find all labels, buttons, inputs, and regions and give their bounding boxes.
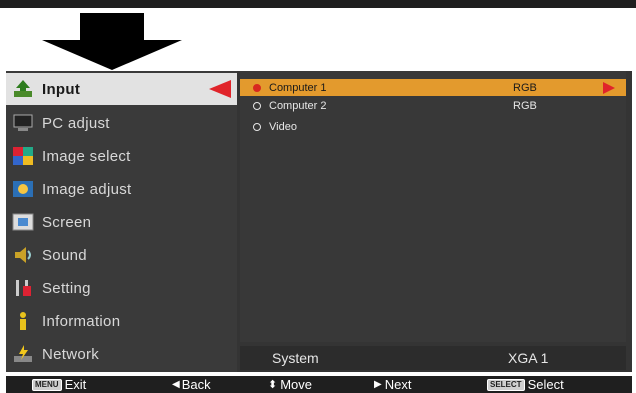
sidebar-item-network[interactable]: Network bbox=[6, 338, 237, 370]
sidebar-item-label: Information bbox=[42, 312, 121, 330]
information-icon bbox=[12, 311, 34, 331]
next-hint[interactable]: ▶ Next bbox=[374, 376, 411, 393]
system-label: System bbox=[272, 350, 319, 366]
status-bar: System XGA 1 bbox=[240, 346, 626, 370]
sidebar-item-setting[interactable]: Setting bbox=[6, 272, 237, 304]
sidebar-item-pc-adjust[interactable]: PC adjust bbox=[6, 107, 237, 139]
input-icon bbox=[12, 79, 34, 99]
list-item[interactable]: Computer 2 RGB bbox=[240, 97, 626, 114]
select-label: Select bbox=[527, 377, 564, 392]
setting-icon bbox=[12, 278, 34, 298]
input-name: Computer 2 bbox=[269, 99, 327, 112]
up-down-icon: ⬍ bbox=[268, 379, 278, 391]
right-arrow-icon: ▶ bbox=[374, 379, 382, 390]
input-signal: RGB bbox=[513, 99, 537, 112]
menu-key-icon: MENU bbox=[32, 378, 62, 391]
pointer-icon bbox=[209, 80, 231, 98]
move-hint[interactable]: ⬍ Move bbox=[268, 376, 312, 393]
list-item[interactable]: Video bbox=[240, 118, 626, 135]
input-panel: Computer 1 RGB Computer 2 RGB Video Syst… bbox=[237, 71, 632, 372]
select-key-icon: SELECT bbox=[487, 378, 525, 391]
next-label: Next bbox=[384, 377, 412, 392]
sound-icon bbox=[12, 245, 34, 265]
sidebar-item-input[interactable]: Input bbox=[6, 73, 237, 105]
sidebar-item-information[interactable]: Information bbox=[6, 305, 237, 337]
radio-selected-icon bbox=[253, 83, 261, 92]
system-value: XGA 1 bbox=[508, 350, 549, 366]
sidebar-item-label: PC adjust bbox=[42, 114, 110, 132]
bottom-help-bar: MENU Exit ◀ Back ⬍ Move ▶ Next SELECT Se… bbox=[6, 376, 632, 393]
image-select-icon bbox=[12, 146, 34, 166]
down-arrow-icon bbox=[42, 13, 182, 70]
network-icon bbox=[12, 344, 34, 364]
sidebar-item-image-select[interactable]: Image select bbox=[6, 140, 237, 172]
input-name: Video bbox=[269, 120, 297, 133]
arrow-right-icon[interactable] bbox=[603, 81, 615, 94]
sidebar-item-image-adjust[interactable]: Image adjust bbox=[6, 173, 237, 205]
sidebar: Input PC adjust Image select Image adjus… bbox=[6, 71, 237, 372]
sidebar-item-screen[interactable]: Screen bbox=[6, 206, 237, 238]
sidebar-item-label: Screen bbox=[42, 213, 92, 231]
exit-hint[interactable]: MENU Exit bbox=[32, 376, 86, 393]
sidebar-item-label: Image select bbox=[42, 147, 131, 165]
input-name: Computer 1 bbox=[269, 81, 327, 94]
screen-icon bbox=[12, 212, 34, 232]
radio-icon bbox=[253, 122, 261, 131]
radio-icon bbox=[253, 101, 261, 110]
input-list: Computer 1 RGB Computer 2 RGB Video bbox=[240, 71, 626, 342]
pc-adjust-icon bbox=[12, 113, 34, 133]
sidebar-item-label: Input bbox=[42, 80, 81, 98]
sidebar-item-label: Setting bbox=[42, 279, 91, 297]
input-signal: RGB bbox=[513, 81, 537, 94]
image-adjust-icon bbox=[12, 179, 34, 199]
top-help-bar bbox=[0, 0, 636, 8]
select-hint[interactable]: SELECT Select bbox=[487, 376, 564, 393]
sidebar-item-label: Network bbox=[42, 345, 100, 363]
move-label: Move bbox=[280, 377, 313, 392]
sidebar-item-label: Image adjust bbox=[42, 180, 132, 198]
sidebar-item-label: Sound bbox=[42, 246, 87, 264]
sidebar-item-sound[interactable]: Sound bbox=[6, 239, 237, 271]
left-arrow-icon: ◀ bbox=[172, 379, 180, 390]
exit-label: Exit bbox=[64, 377, 87, 392]
back-hint[interactable]: ◀ Back bbox=[172, 376, 211, 393]
list-item[interactable]: Computer 1 RGB bbox=[240, 79, 626, 96]
back-label: Back bbox=[181, 377, 211, 392]
osd-menu: Input PC adjust Image select Image adjus… bbox=[6, 71, 632, 372]
